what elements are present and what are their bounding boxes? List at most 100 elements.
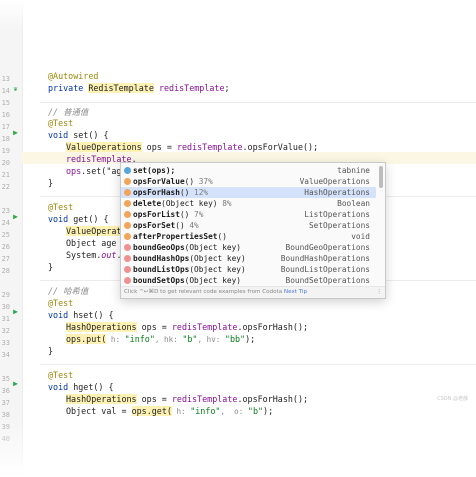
- code-line[interactable]: }: [48, 177, 53, 189]
- comment: // 普通值: [48, 107, 89, 117]
- completion-item-label: set(ops);: [133, 166, 176, 175]
- keyword: void: [48, 382, 74, 392]
- completion-item-label: boundHashOps: [133, 254, 190, 263]
- next-tip-link[interactable]: Next Tip: [284, 289, 307, 295]
- code-line[interactable]: HashOperations ops = redisTemplate.opsFo…: [66, 393, 308, 405]
- code-line[interactable]: @Autowired: [48, 70, 98, 82]
- code-line[interactable]: ops.set("age: [66, 165, 127, 177]
- code-text: Object val =: [66, 406, 132, 416]
- completion-item-label: delete: [133, 199, 162, 208]
- completion-item[interactable]: opsForValue() 37% ValueOperations: [121, 176, 376, 187]
- field-name: redisTemplate: [171, 394, 238, 404]
- completion-item-type: void: [351, 232, 370, 241]
- run-test-icon[interactable]: ▶: [11, 212, 20, 221]
- completion-item-percent: 4%: [184, 221, 199, 230]
- method-signature: get() {: [73, 214, 109, 224]
- tabnine-icon: [124, 167, 131, 174]
- line-number: 31: [1, 315, 10, 323]
- code-text: );: [263, 406, 274, 416]
- completion-item-percent: 12%: [189, 188, 209, 197]
- line-number: 34: [1, 351, 10, 359]
- method-signature: hset() {: [73, 310, 114, 320]
- completion-item[interactable]: afterPropertiesSet() void: [121, 231, 376, 242]
- code-line[interactable]: System.out.p: [66, 249, 127, 261]
- punctuation: ;: [224, 83, 230, 93]
- keyword: void: [48, 310, 74, 320]
- run-test-icon[interactable]: ▶: [11, 128, 20, 137]
- field-name: redisTemplate: [171, 322, 238, 332]
- method-separator: [40, 102, 476, 103]
- completion-item[interactable]: delete(Object key) 8% Boolean: [121, 198, 376, 209]
- completion-item[interactable]: set(ops); tabnine: [121, 165, 376, 176]
- code-line[interactable]: void hset() {: [48, 309, 114, 321]
- code-line[interactable]: @Test: [48, 201, 73, 213]
- parameter-hint: h:: [106, 335, 125, 344]
- line-number: 19: [1, 147, 10, 155]
- popup-scrollbar[interactable]: [379, 166, 383, 188]
- parameter-hint: , hk:: [154, 335, 183, 344]
- code-line[interactable]: Object val = ops.get( h: "info", o: "b")…: [66, 405, 273, 417]
- code-line[interactable]: void get() {: [48, 213, 109, 225]
- code-text: .opsForValue();: [242, 142, 319, 152]
- completion-item-args: (): [179, 188, 190, 197]
- run-test-icon[interactable]: ▶: [11, 379, 20, 388]
- code-line[interactable]: @Test: [48, 117, 73, 129]
- annotation: @Test: [48, 298, 74, 308]
- code-line[interactable]: }: [48, 345, 53, 357]
- completion-item[interactable]: opsForHash() 12% HashOperations: [121, 187, 376, 198]
- code-line[interactable]: // 哈希值: [48, 285, 88, 297]
- completion-item-args: (Object key): [189, 254, 246, 263]
- completion-item[interactable]: boundSetOps(Object key) BoundSetOperation…: [121, 275, 376, 286]
- string-literal: "b": [247, 406, 264, 416]
- line-number: 28: [1, 267, 10, 275]
- completion-item-label: opsForHash: [133, 188, 180, 197]
- completion-item[interactable]: boundListOps(Object key) BoundListOperati…: [121, 264, 376, 275]
- completion-item-label: afterPropertiesSet: [133, 232, 218, 241]
- completion-item-name: boundGeoOps(Object key): [133, 242, 241, 253]
- code-line[interactable]: @Test: [48, 297, 73, 309]
- code-editor[interactable]: 13 14 15 16 17 18 19 20 21 22 23 24 25 26 27 28 29 30 31 32…: [0, 0, 476, 477]
- code-line[interactable]: void hget() {: [48, 381, 114, 393]
- string-literal: "info": [190, 406, 221, 416]
- line-number: 20: [1, 159, 10, 167]
- type-name: HashOperations: [66, 394, 137, 404]
- completion-item-label: boundListOps: [133, 265, 190, 274]
- completion-item-type: BoundHashOperations: [280, 254, 370, 263]
- completion-item[interactable]: boundGeoOps(Object key) BoundGeoOperation…: [121, 242, 376, 253]
- code-line[interactable]: ops.put( h: "info", hk: "b", hv: "bb");: [66, 333, 255, 345]
- completion-popup[interactable]: set(ops); tabnine opsForValue() 37% ValueOp…: [120, 162, 386, 299]
- code-line[interactable]: ValueOperations ops = redisTemplate.opsF…: [66, 141, 318, 153]
- parameter-hint: , o:: [220, 407, 248, 416]
- type-name: RedisTemplate: [88, 83, 154, 93]
- code-text: ops.get(: [131, 406, 172, 416]
- code-text: }: [48, 262, 54, 272]
- code-line[interactable]: void set() {: [48, 129, 109, 141]
- variable: ops: [66, 166, 82, 176]
- code-text: }: [48, 178, 54, 188]
- completion-item-name: opsForSet() 4%: [133, 220, 199, 231]
- more-options-icon[interactable]: ⋮: [376, 287, 382, 298]
- code-line[interactable]: ValueOperati: [66, 225, 127, 237]
- completion-item-type: BoundGeoOperations: [285, 243, 371, 252]
- line-number: 36: [1, 387, 10, 395]
- completion-item-label: opsForSet: [133, 221, 176, 230]
- run-test-icon[interactable]: ▶: [11, 307, 20, 316]
- type-name: ValueOperations: [66, 142, 142, 152]
- code-line[interactable]: private RedisTemplate redisTemplate;: [48, 82, 230, 94]
- line-number: 37: [1, 399, 10, 407]
- watermark: CSDN @老薛: [437, 396, 468, 402]
- bean-icon[interactable]: ❦: [11, 85, 20, 94]
- line-number: 27: [1, 255, 10, 263]
- code-line[interactable]: HashOperations ops = redisTemplate.opsFo…: [66, 321, 308, 333]
- completion-item[interactable]: opsForSet() 4% SetOperations: [121, 220, 376, 231]
- completion-item[interactable]: opsForList() 7% ListOperations: [121, 209, 376, 220]
- code-line[interactable]: @Test: [48, 369, 73, 381]
- method-icon: [124, 233, 131, 240]
- comment: // 哈希值: [48, 286, 89, 296]
- method-icon: [124, 211, 131, 218]
- completion-item[interactable]: boundHashOps(Object key) BoundHashOperati…: [121, 253, 376, 264]
- code-line[interactable]: }: [48, 261, 53, 273]
- completion-item-args: (Object key): [184, 243, 241, 252]
- line-number: 22: [1, 183, 10, 191]
- completion-item-type: tabnine: [337, 166, 370, 175]
